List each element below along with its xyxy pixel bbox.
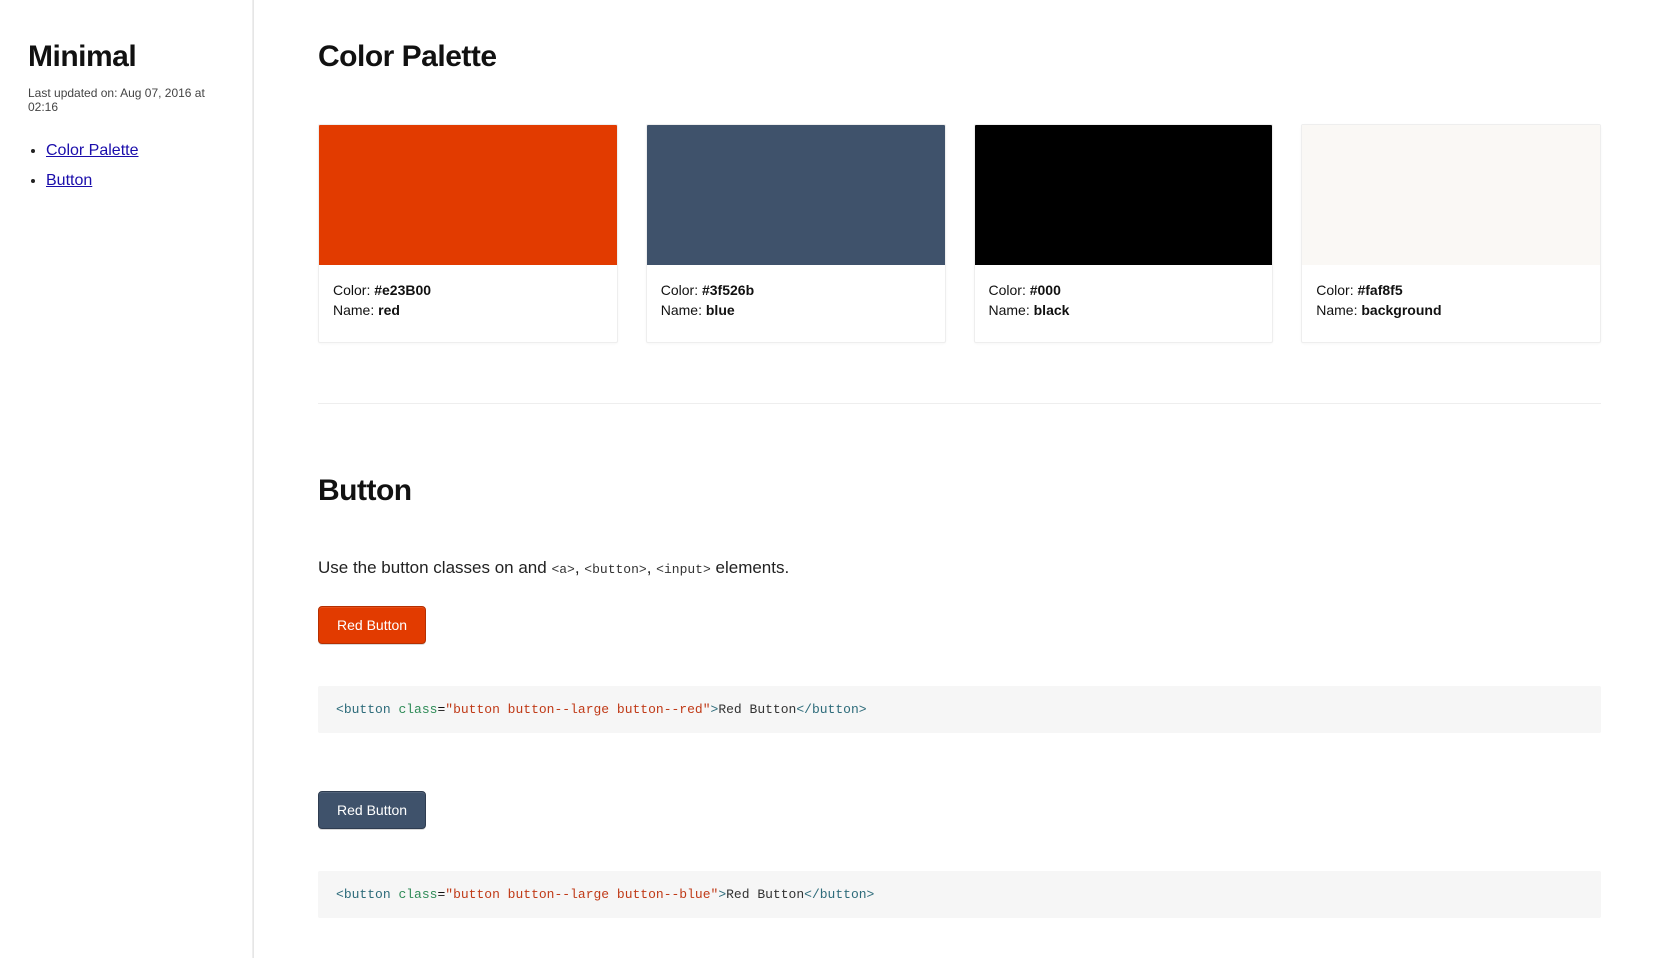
red-button[interactable]: Red Button [318,606,426,644]
swatch-color-value: #3f526b [702,282,754,298]
swatch-name-value: black [1034,302,1070,318]
code-token: < [336,887,344,902]
sidebar: Minimal Last updated on: Aug 07, 2016 at… [0,0,253,958]
swatch-color-value: #e23B00 [374,282,431,298]
swatch-card: Color: #e23B00 Name: red [318,124,618,343]
desc-code-input: <input> [656,562,711,577]
swatch-color-label: Color: [989,282,1030,298]
swatch-name-label: Name: [989,302,1034,318]
code-token: Red Button [726,887,804,902]
code-snippet: <button class="button button--large butt… [318,686,1601,733]
swatch-name-label: Name: [333,302,378,318]
sidebar-link[interactable]: Color Palette [46,142,139,159]
swatch-name-value: red [378,302,400,318]
swatch-card: Color: #faf8f5 Name: background [1301,124,1601,343]
last-updated: Last updated on: Aug 07, 2016 at 02:16 [28,86,224,114]
code-token: button [344,887,391,902]
color-swatch-background [1302,125,1600,265]
section-heading-color-palette: Color Palette [318,40,1601,74]
desc-text: Use the button classes on and [318,558,551,577]
button-section-description: Use the button classes on and <a>, <butt… [318,558,1601,578]
swatch-color-value: #000 [1030,282,1061,298]
swatch-meta: Color: #faf8f5 Name: background [1302,265,1600,342]
main-content: Color Palette Color: #e23B00 Name: red C… [253,0,1665,958]
swatch-card: Color: #000 Name: black [974,124,1274,343]
code-token: button [344,702,391,717]
desc-sep: , [647,558,656,577]
desc-code-a: <a> [551,562,574,577]
swatch-name-label: Name: [661,302,706,318]
button-example-row: Red Button [318,606,1601,644]
swatch-name-value: background [1361,302,1441,318]
code-token: "button button--large button--red" [445,702,710,717]
code-token: < [336,702,344,717]
swatch-meta: Color: #3f526b Name: blue [647,265,945,342]
swatch-color-label: Color: [1316,282,1357,298]
swatch-meta: Color: #e23B00 Name: red [319,265,617,342]
code-token: </button> [804,887,874,902]
code-token: class [398,702,437,717]
code-token: > [718,887,726,902]
sidebar-item-button[interactable]: Button [46,172,224,190]
swatch-meta: Color: #000 Name: black [975,265,1273,342]
button-example-row: Red Button [318,791,1601,829]
color-swatch-black [975,125,1273,265]
code-snippet: <button class="button button--large butt… [318,871,1601,918]
code-token: "button button--large button--blue" [445,887,718,902]
code-token: </button> [796,702,866,717]
swatch-card: Color: #3f526b Name: blue [646,124,946,343]
color-swatch-red [319,125,617,265]
site-title: Minimal [28,40,224,74]
desc-sep: , [575,558,584,577]
desc-text: elements. [711,558,789,577]
desc-code-button: <button> [584,562,646,577]
section-divider [318,403,1601,404]
swatch-color-label: Color: [661,282,702,298]
palette-grid: Color: #e23B00 Name: red Color: #3f526b … [318,124,1601,343]
sidebar-item-color-palette[interactable]: Color Palette [46,142,224,160]
code-token: class [398,887,437,902]
sidebar-link[interactable]: Button [46,172,92,189]
swatch-name-label: Name: [1316,302,1361,318]
sidebar-nav: Color Palette Button [28,142,224,190]
swatch-color-value: #faf8f5 [1357,282,1402,298]
section-heading-button: Button [318,474,1601,508]
color-swatch-blue [647,125,945,265]
code-token: Red Button [718,702,796,717]
swatch-color-label: Color: [333,282,374,298]
swatch-name-value: blue [706,302,735,318]
blue-button[interactable]: Red Button [318,791,426,829]
